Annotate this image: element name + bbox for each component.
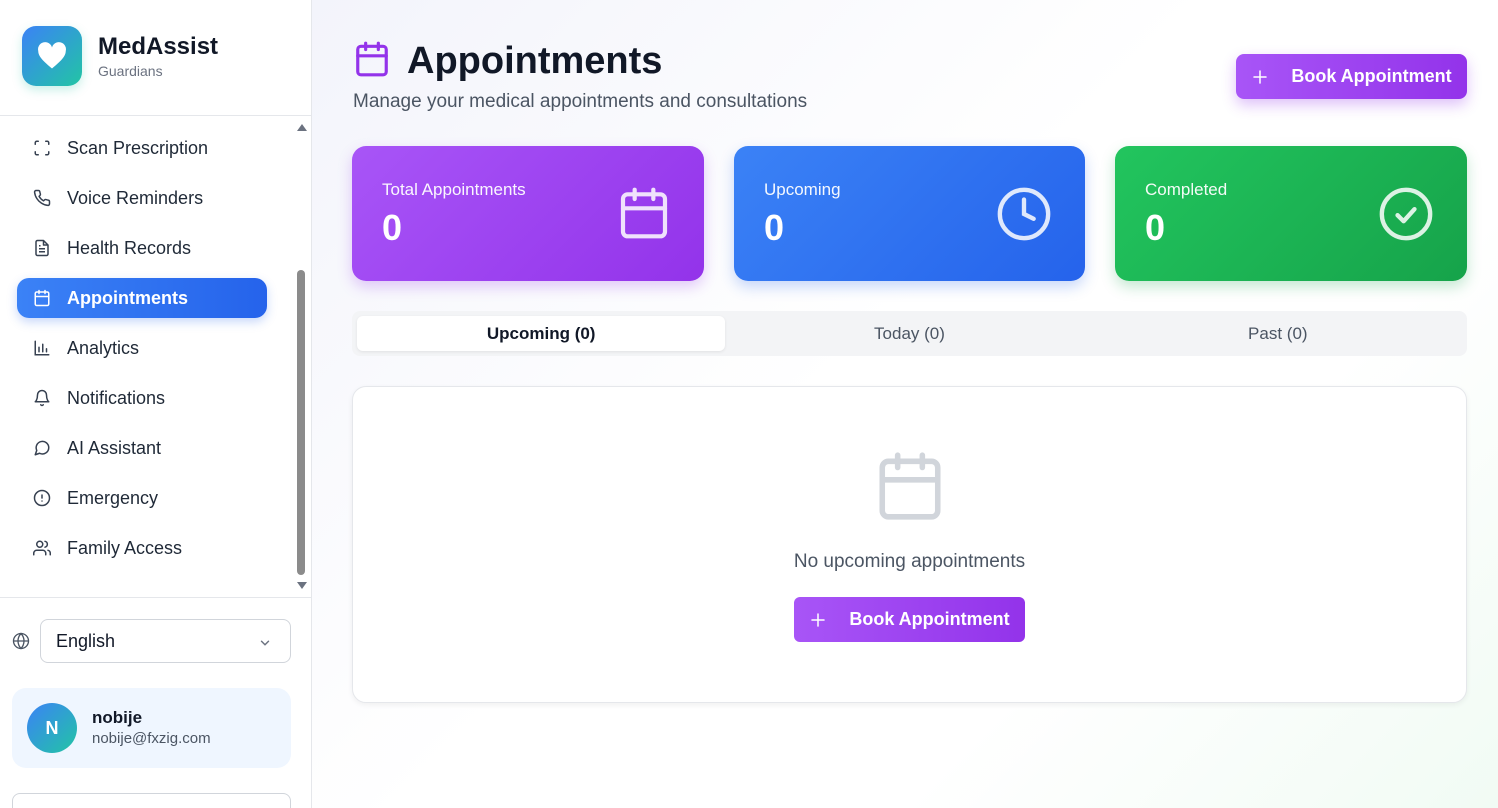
check-circle-icon: [1377, 185, 1435, 248]
bar-chart-icon: [33, 339, 51, 357]
globe-icon: [12, 632, 30, 655]
sidebar-item-label: Analytics: [67, 337, 140, 358]
divider: [0, 597, 311, 598]
bell-icon: [33, 389, 51, 407]
tab-past[interactable]: Past (0): [1094, 316, 1462, 351]
sidebar-item-family-access[interactable]: Family Access: [17, 528, 267, 568]
tab-today[interactable]: Today (0): [725, 316, 1093, 351]
calendar-icon: [616, 185, 672, 246]
plus-icon: [809, 611, 827, 629]
heart-icon: [38, 42, 66, 69]
book-appointment-label: Book Appointment: [1291, 66, 1452, 86]
message-circle-icon: [33, 439, 51, 457]
sidebar-item-health-records[interactable]: Health Records: [17, 228, 267, 268]
user-profile-card[interactable]: N nobije nobije@fxzig.com: [12, 688, 291, 768]
sidebar-item-label: AI Assistant: [67, 437, 162, 458]
book-appointment-button[interactable]: Book Appointment: [794, 597, 1025, 642]
book-appointment-label: Book Appointment: [849, 609, 1010, 629]
language-select[interactable]: English: [40, 619, 291, 663]
page-title: Appointments: [407, 40, 663, 82]
scroll-up-arrow-icon[interactable]: [297, 124, 307, 131]
stat-card-upcoming: Upcoming 0: [734, 146, 1085, 281]
sidebar-item-label: Scan Prescription: [67, 137, 209, 158]
sidebar: MedAssist Guardians Scan Prescription Vo…: [0, 0, 312, 808]
language-select-value: English: [56, 630, 116, 651]
scroll-down-arrow-icon[interactable]: [297, 582, 307, 589]
empty-state-card: No upcoming appointments Book Appointmen…: [352, 386, 1467, 703]
stat-card-total: Total Appointments 0: [352, 146, 704, 281]
brand[interactable]: MedAssist Guardians: [22, 26, 218, 86]
book-appointment-button[interactable]: Book Appointment: [1236, 54, 1467, 99]
sidebar-nav: Scan Prescription Voice Reminders Health…: [17, 128, 267, 578]
sidebar-item-label: Voice Reminders: [67, 187, 204, 208]
users-icon: [33, 539, 51, 557]
scan-icon: [33, 139, 51, 157]
sidebar-item-label: Health Records: [67, 237, 192, 258]
chevron-down-icon: [258, 634, 272, 655]
sidebar-item-notifications[interactable]: Notifications: [17, 378, 267, 418]
user-email: nobije@fxzig.com: [92, 730, 211, 747]
file-text-icon: [33, 239, 51, 257]
sidebar-item-ai-assistant[interactable]: AI Assistant: [17, 428, 267, 468]
app-logo: [22, 26, 82, 86]
clock-icon: [995, 185, 1053, 248]
scroll-thumb[interactable]: [297, 270, 305, 575]
sidebar-item-voice-reminders[interactable]: Voice Reminders: [17, 178, 267, 218]
sidebar-item-emergency[interactable]: Emergency: [17, 478, 267, 518]
alert-circle-icon: [33, 489, 51, 507]
divider: [0, 115, 311, 116]
sidebar-item-analytics[interactable]: Analytics: [17, 328, 267, 368]
plus-icon: [1251, 68, 1269, 86]
sidebar-item-label: Family Access: [67, 537, 183, 558]
phone-icon: [33, 189, 51, 207]
calendar-icon: [873, 449, 947, 528]
sidebar-item-label: Emergency: [67, 487, 159, 508]
calendar-icon: [33, 289, 51, 307]
main-content: Appointments Manage your medical appoint…: [312, 0, 1498, 808]
user-name: nobije: [92, 708, 143, 727]
sidebar-item-label: Notifications: [67, 387, 166, 408]
sidebar-scrollbar[interactable]: [294, 120, 308, 595]
page-subtitle: Manage your medical appointments and con…: [353, 91, 808, 112]
avatar: N: [27, 703, 77, 753]
app-title: MedAssist: [98, 33, 219, 60]
sidebar-item-label: Appointments: [67, 287, 188, 308]
sidebar-item-scan-prescription[interactable]: Scan Prescription: [17, 128, 267, 168]
calendar-icon: [353, 40, 391, 83]
stat-card-completed: Completed 0: [1115, 146, 1467, 281]
tab-upcoming[interactable]: Upcoming (0): [357, 316, 726, 351]
app-subtitle: Guardians: [98, 63, 163, 79]
sidebar-bottom-button[interactable]: [12, 793, 291, 808]
sidebar-item-appointments[interactable]: Appointments: [17, 278, 267, 318]
appointment-tabs: Upcoming (0) Today (0) Past (0): [352, 311, 1467, 356]
empty-state-message: No upcoming appointments: [793, 551, 1026, 572]
